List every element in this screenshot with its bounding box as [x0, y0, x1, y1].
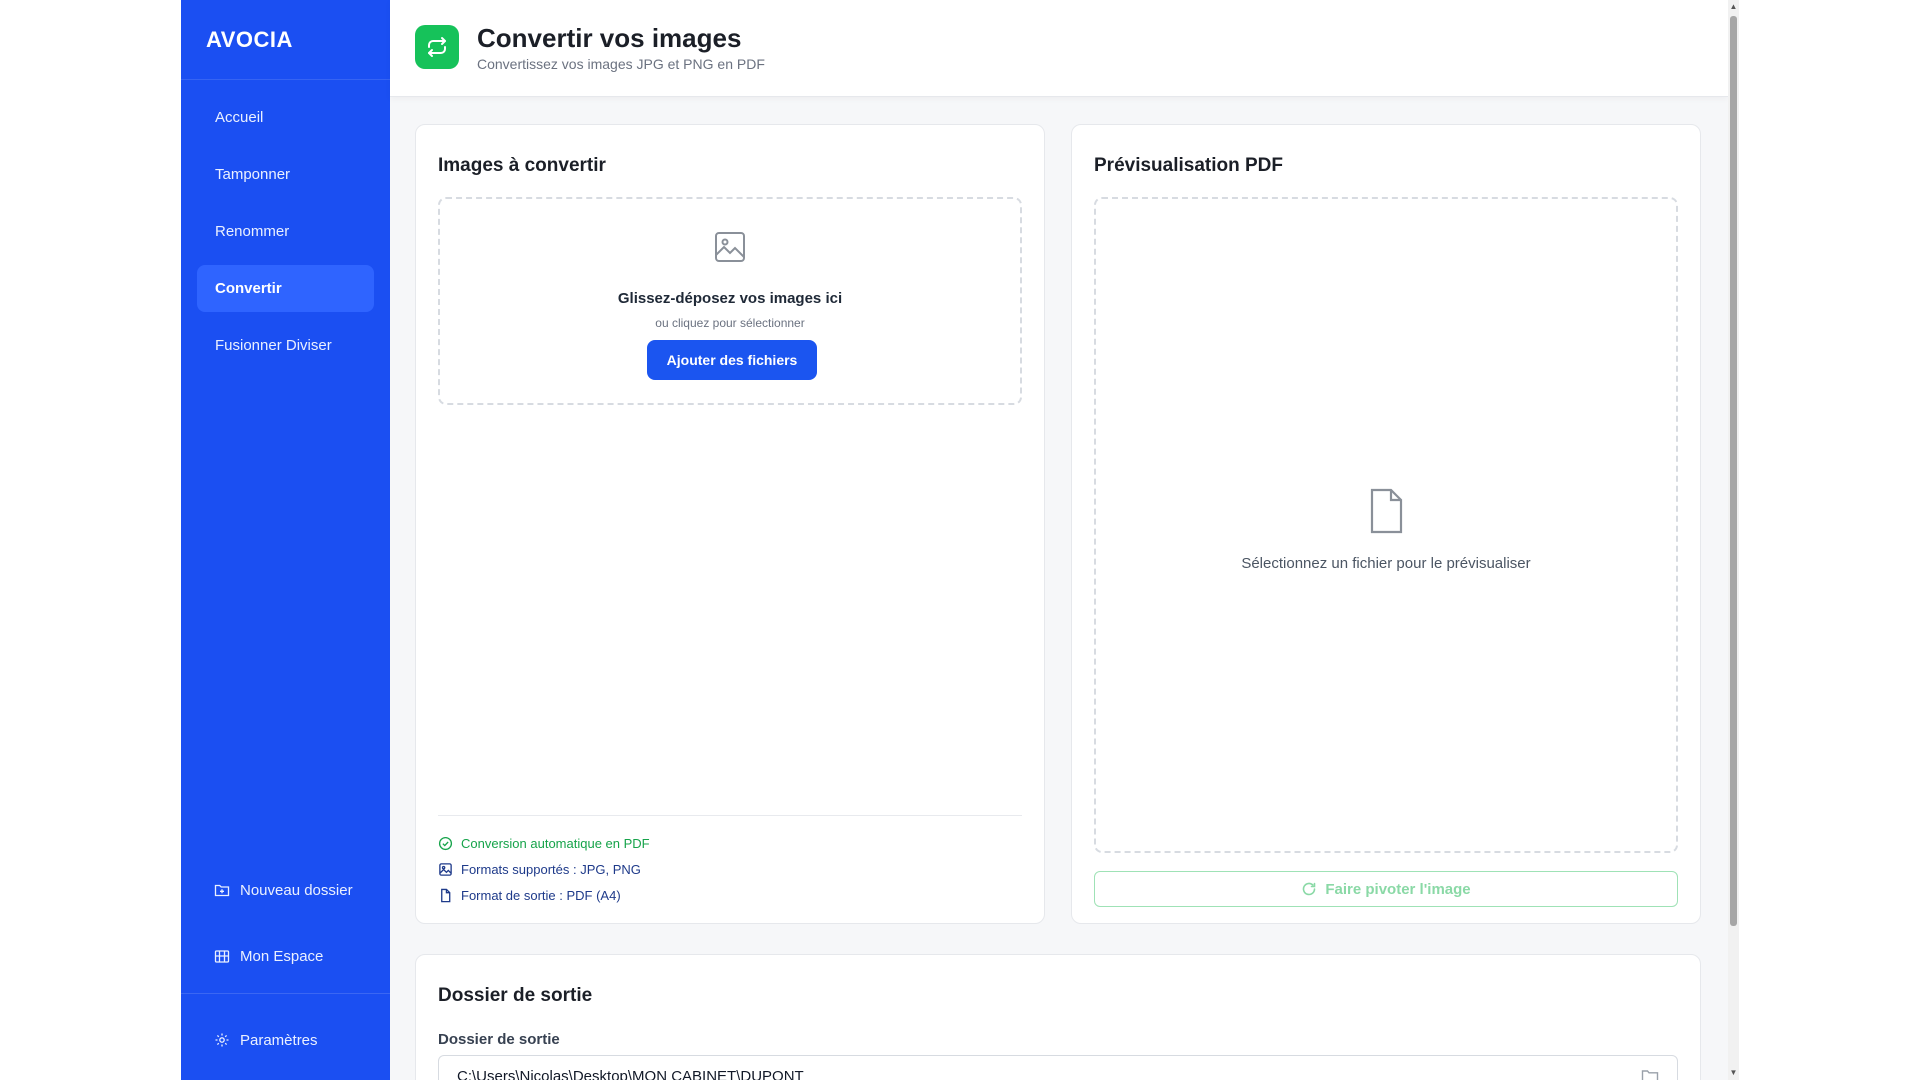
image-icon	[715, 232, 745, 262]
sidebar-item-convertir[interactable]: Convertir	[197, 265, 374, 312]
output-folder-input[interactable]: C:\Users\Nicolas\Desktop\MON CABINET\DUP…	[438, 1055, 1678, 1080]
rotate-image-button[interactable]: Faire pivoter l'image	[1094, 871, 1678, 907]
settings-button[interactable]: Paramètres	[181, 1020, 390, 1060]
drop-zone-title: Glissez-déposez vos images ici	[617, 290, 843, 307]
sidebar-item-tamponner[interactable]: Tamponner	[197, 151, 374, 198]
sidebar-item-renommer[interactable]: Renommer	[197, 208, 374, 255]
file-icon	[441, 888, 451, 903]
settings-label: Paramètres	[240, 1031, 318, 1049]
sidebar-divider	[181, 993, 390, 994]
info-auto-conversion: Conversion automatique en PDF	[438, 836, 650, 851]
scroll-thumb[interactable]	[1730, 16, 1737, 926]
output-folder-path: C:\Users\Nicolas\Desktop\MON CABINET\DUP…	[457, 1068, 804, 1080]
preview-empty-text: Sélectionnez un fichier pour le prévisua…	[1241, 555, 1531, 572]
page-header: Convertir vos images Convertissez vos im…	[390, 0, 1728, 97]
add-files-button[interactable]: Ajouter des fichiers	[647, 340, 817, 380]
sidebar-nav: Accueil Tamponner Renommer Convertir Fus…	[181, 94, 390, 379]
new-folder-label: Nouveau dossier	[240, 881, 353, 899]
info-output-format: Format de sortie : PDF (A4)	[438, 888, 621, 903]
left-margin	[0, 0, 181, 1080]
new-folder-link-wrap: Nouveau dossier	[181, 870, 390, 910]
images-card: Images à convertir Glissez-déposez vos i…	[415, 124, 1045, 924]
rotate-image-label: Faire pivoter l'image	[1325, 880, 1471, 898]
preview-card: Prévisualisation PDF Sélectionnez un fic…	[1071, 124, 1701, 924]
vertical-scrollbar[interactable]: ▲ ▼	[1728, 0, 1739, 1080]
info-auto-conversion-text: Conversion automatique en PDF	[461, 836, 650, 851]
brand-logo: AVOCIA	[181, 0, 390, 80]
sidebar: AVOCIA Accueil Tamponner Renommer Conver…	[181, 0, 390, 1080]
file-icon	[1370, 488, 1403, 534]
drop-zone-subtitle: ou cliquez pour sélectionner	[655, 316, 805, 330]
images-card-title: Images à convertir	[438, 155, 606, 176]
output-folder-card: Dossier de sortie Dossier de sortie C:\U…	[415, 954, 1701, 1080]
preview-card-title: Prévisualisation PDF	[1094, 155, 1284, 176]
output-folder-label: Dossier de sortie	[438, 1031, 560, 1048]
folder-icon[interactable]	[1641, 1068, 1659, 1080]
scroll-down-icon[interactable]: ▼	[1729, 1068, 1738, 1077]
info-supported-formats-text: Formats supportés : JPG, PNG	[461, 862, 641, 877]
info-divider	[438, 815, 1022, 816]
page-subtitle: Convertissez vos images JPG et PNG en PD…	[477, 56, 765, 72]
rotate-icon	[1303, 882, 1316, 896]
swap-arrows-icon	[415, 25, 459, 69]
output-card-title: Dossier de sortie	[438, 985, 593, 1006]
sidebar-item-fusionner-diviser[interactable]: Fusionner Diviser	[197, 322, 374, 369]
info-supported-formats: Formats supportés : JPG, PNG	[438, 862, 641, 877]
new-folder-button[interactable]: Nouveau dossier	[181, 870, 390, 910]
gear-icon	[215, 1033, 229, 1047]
right-margin	[1739, 0, 1920, 1080]
building-icon	[214, 950, 230, 963]
pdf-preview-area: Sélectionnez un fichier pour le prévisua…	[1094, 197, 1678, 853]
image-icon	[439, 863, 452, 876]
app-window: AVOCIA Accueil Tamponner Renommer Conver…	[181, 0, 1739, 1080]
check-circle-icon	[438, 836, 453, 851]
my-space-link-wrap: Mon Espace	[181, 936, 390, 976]
my-space-label: Mon Espace	[240, 947, 324, 965]
folder-plus-icon	[214, 884, 230, 897]
settings-link-wrap: Paramètres	[181, 1020, 390, 1060]
info-output-format-text: Format de sortie : PDF (A4)	[461, 888, 621, 903]
image-drop-zone[interactable]: Glissez-déposez vos images ici ou clique…	[438, 197, 1022, 405]
sidebar-item-accueil[interactable]: Accueil	[197, 94, 374, 141]
page-title: Convertir vos images	[477, 23, 742, 53]
scroll-up-icon[interactable]: ▲	[1729, 2, 1738, 11]
my-space-button[interactable]: Mon Espace	[181, 936, 390, 976]
